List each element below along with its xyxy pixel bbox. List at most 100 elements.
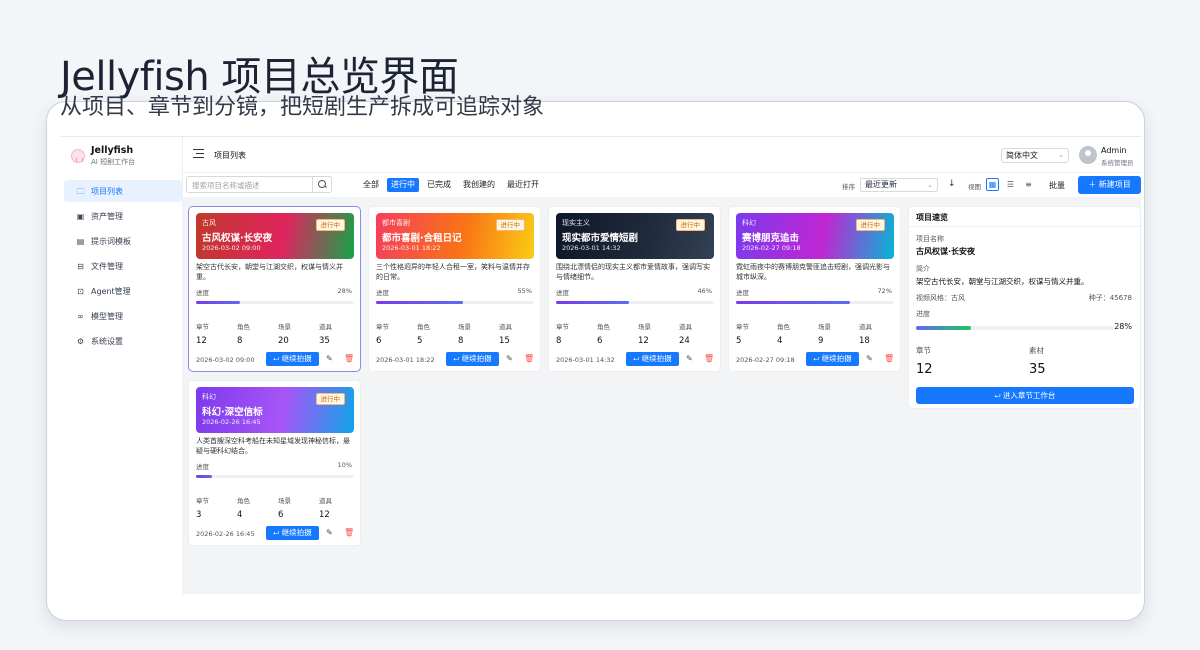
detail-list-view-icon[interactable]: ≡	[1022, 178, 1035, 191]
stat-label: 场景	[458, 323, 471, 331]
sort-direction-icon[interactable]: ↓	[948, 179, 956, 189]
stat-roles: 角色 4	[237, 495, 277, 520]
stat-roles: 角色 4	[777, 321, 817, 346]
assets-label: 素材	[1029, 346, 1044, 355]
continue-shooting-button[interactable]: ⮠ 继续拍摄	[266, 352, 319, 366]
stat-roles: 角色 6	[597, 321, 637, 346]
user-role: 系统管理员	[1101, 159, 1134, 167]
sidebar-item-projects[interactable]: 🗀 项目列表	[64, 180, 182, 202]
project-genre: 科幻	[202, 393, 216, 401]
continue-shooting-button[interactable]: ⮠ 继续拍摄	[806, 352, 859, 366]
stat-label: 章节	[556, 323, 569, 331]
progress-label: 进度	[376, 289, 389, 297]
delete-icon[interactable]: 🗑	[524, 354, 534, 363]
filter-completed[interactable]: 已完成	[423, 178, 455, 192]
stat-label: 道具	[319, 323, 332, 331]
stat-label: 角色	[777, 323, 790, 331]
stat-label: 章节	[196, 323, 209, 331]
project-cover: 都市喜剧 都市喜剧·合租日记 2026-03-01 18:22 进行中	[376, 213, 534, 259]
stat-roles: 角色 5	[417, 321, 457, 346]
edit-icon[interactable]: ✎	[866, 354, 873, 363]
status-badge: 进行中	[495, 219, 525, 231]
sidebar-item-agents[interactable]: ⊡ Agent管理	[64, 280, 182, 302]
project-card[interactable]: 都市喜剧 都市喜剧·合租日记 2026-03-01 18:22 进行中 三个性格…	[368, 206, 541, 372]
stat-value: 4	[237, 510, 243, 520]
stat-label: 章节	[376, 323, 389, 331]
filter-tabs: 全部 进行中 已完成 我创建的 最近打开	[359, 178, 543, 192]
project-card[interactable]: 古风 古风权谋·长安夜 2026-03-02 09:00 进行中 架空古代长安，…	[188, 206, 361, 372]
edit-icon[interactable]: ✎	[326, 528, 333, 537]
progress-label: 进度	[196, 289, 209, 297]
stat-props: 道具 15	[499, 321, 539, 346]
project-card[interactable]: 科幻 科幻·深空信标 2026-02-26 16:45 进行中 人类首艘深空科考…	[188, 380, 361, 546]
project-genre: 科幻	[742, 219, 756, 227]
progress-label: 进度	[736, 289, 749, 297]
delete-icon[interactable]: 🗑	[704, 354, 714, 363]
stat-chapters: 章节 3	[196, 495, 236, 520]
project-cover: 古风 古风权谋·长安夜 2026-03-02 09:00 进行中	[196, 213, 354, 259]
edit-icon[interactable]: ✎	[506, 354, 513, 363]
sidebar-item-assets[interactable]: ▣ 资产管理	[64, 205, 182, 227]
continue-shooting-button[interactable]: ⮠ 继续拍摄	[266, 526, 319, 540]
brand-subtitle: AI 短剧工作台	[91, 158, 136, 166]
avatar[interactable]	[1079, 146, 1097, 164]
language-select[interactable]: 简体中文 ⌄	[1001, 148, 1069, 163]
new-project-button[interactable]: ＋ 新建项目	[1078, 176, 1141, 194]
archive-icon: ⊟	[77, 261, 84, 271]
app-shell: Jellyfish AI 短剧工作台 🗀 项目列表 ▣ 资产管理 ▤ 提示词模板 ⊟ 文…	[61, 136, 1142, 597]
sidebar-item-label: 系统设置	[91, 336, 123, 346]
image-icon: ▣	[76, 211, 85, 221]
continue-shooting-button[interactable]: ⮠ 继续拍摄	[446, 352, 499, 366]
stat-label: 章节	[736, 323, 749, 331]
project-card[interactable]: 现实主义 现实都市爱情短剧 2026-03-01 14:32 进行中 围绕北漂情…	[548, 206, 721, 372]
batch-button[interactable]: 批量	[1049, 180, 1065, 191]
language-value: 简体中文	[1006, 151, 1038, 160]
delete-icon[interactable]: 🗑	[884, 354, 894, 363]
search-input[interactable]: 搜索项目名称或描述	[186, 176, 332, 193]
chevron-down-icon: ⌄	[1058, 151, 1064, 159]
stat-roles: 角色 8	[237, 321, 277, 346]
project-card[interactable]: 科幻 赛博朋克追击 2026-02-27 09:18 进行中 霓虹雨夜中的赛博朋…	[728, 206, 901, 372]
stat-value: 35	[319, 336, 330, 346]
sidebar-item-files[interactable]: ⊟ 文件管理	[64, 255, 182, 277]
filter-recent[interactable]: 最近打开	[503, 178, 543, 192]
progress-label: 进度	[556, 289, 569, 297]
video-style: 视频风格：古风	[916, 294, 965, 302]
sidebar-item-prompts[interactable]: ▤ 提示词模板	[64, 230, 182, 252]
project-description: 霓虹雨夜中的赛博朋克警匪追击短剧，强调光影与城市纵深。	[736, 263, 890, 281]
progress-percent: 28%	[337, 287, 352, 295]
filter-all[interactable]: 全部	[359, 178, 383, 192]
stat-props: 道具 12	[319, 495, 359, 520]
sidebar-item-label: 文件管理	[91, 261, 123, 271]
sidebar-item-models[interactable]: ∞ 模型管理	[64, 305, 182, 327]
sort-value: 最近更新	[865, 180, 897, 189]
stat-value: 5	[736, 336, 742, 346]
sort-label: 排序	[842, 183, 855, 191]
stat-value: 6	[278, 510, 284, 520]
filter-in-progress[interactable]: 进行中	[387, 178, 419, 192]
progress-percent: 28%	[1114, 322, 1132, 331]
edit-icon[interactable]: ✎	[326, 354, 333, 363]
status-badge: 进行中	[315, 219, 345, 231]
sidebar-item-settings[interactable]: ⚙ 系统设置	[64, 330, 182, 352]
delete-icon[interactable]: 🗑	[344, 354, 354, 363]
search-icon[interactable]	[312, 177, 331, 192]
grid-view-icon[interactable]: ▦	[986, 178, 999, 191]
sort-select[interactable]: 最近更新 ⌄	[860, 178, 938, 192]
stat-value: 12	[196, 336, 207, 346]
sidebar-item-label: 项目列表	[91, 186, 123, 196]
continue-shooting-button[interactable]: ⮠ 继续拍摄	[626, 352, 679, 366]
stat-props: 道具 18	[859, 321, 899, 346]
stat-value: 18	[859, 336, 870, 346]
list-view-icon[interactable]: ☰	[1004, 178, 1017, 191]
project-date: 2026-03-01 18:22	[382, 244, 441, 252]
stat-label: 角色	[237, 497, 250, 505]
delete-icon[interactable]: 🗑	[344, 528, 354, 537]
menu-fold-icon[interactable]	[193, 149, 204, 158]
toolbar: 搜索项目名称或描述 全部 进行中 已完成 我创建的 最近打开 排序 最近更新 ⌄ …	[183, 173, 1141, 197]
progress-bar	[196, 301, 354, 304]
panel-title: 项目速览	[916, 213, 948, 222]
enter-chapter-workbench-button[interactable]: ⮠ 进入章节工作台	[916, 387, 1134, 404]
edit-icon[interactable]: ✎	[686, 354, 693, 363]
filter-mine[interactable]: 我创建的	[459, 178, 499, 192]
